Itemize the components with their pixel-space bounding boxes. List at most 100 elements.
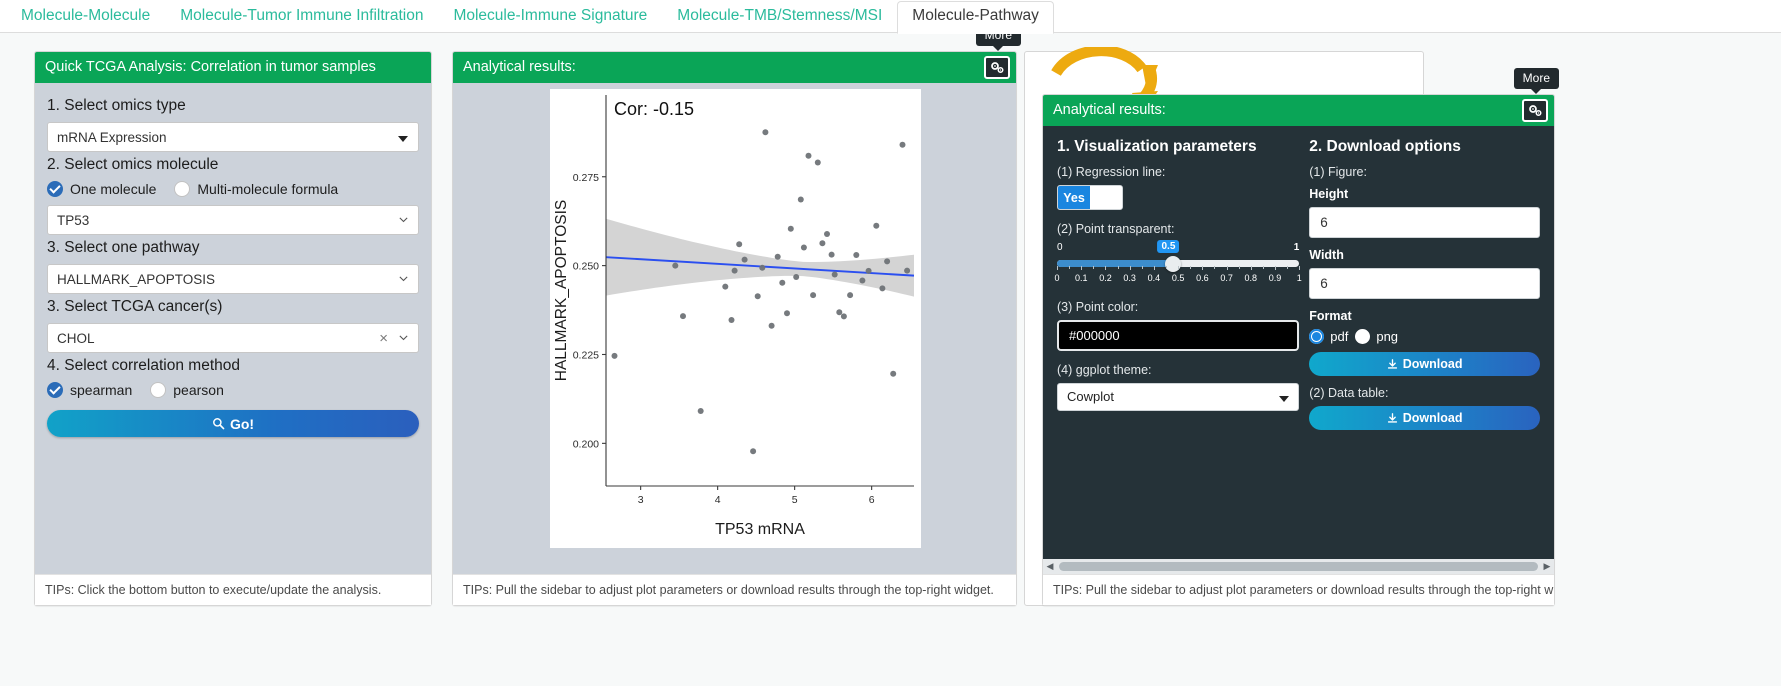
slider-tick-mark-minor bbox=[1287, 266, 1289, 269]
go-button[interactable]: Go! bbox=[47, 410, 419, 437]
pathway-select[interactable]: HALLMARK_APOPTOSIS bbox=[47, 264, 419, 294]
radio-one-molecule[interactable]: One molecule bbox=[47, 181, 156, 197]
right-panel-body: 1. Visualization parameters (1) Regressi… bbox=[1043, 126, 1554, 574]
quick-analysis-body: 1. Select omics type mRNA Expression 2. … bbox=[35, 83, 431, 574]
slider-tick-mark-minor bbox=[1117, 266, 1119, 269]
radio-multi-molecule-formula[interactable]: Multi-molecule formula bbox=[174, 181, 338, 197]
svg-text:HALLMARK_APOPTOSIS: HALLMARK_APOPTOSIS bbox=[553, 200, 570, 381]
radio-spearman-label: spearman bbox=[70, 382, 133, 398]
figure-label: (1) Figure: bbox=[1309, 165, 1367, 179]
molecule-select[interactable]: TP53 bbox=[47, 205, 419, 235]
quick-analysis-title: Quick TCGA Analysis: Correlation in tumo… bbox=[45, 59, 376, 75]
right-panel-tip: TIPs: Pull the sidebar to adjust plot pa… bbox=[1043, 574, 1554, 605]
radio-multi-molecule-label: Multi-molecule formula bbox=[197, 181, 339, 197]
point-color-label: (3) Point color: bbox=[1057, 300, 1139, 314]
radio-format-pdf[interactable]: pdf bbox=[1309, 329, 1348, 344]
horizontal-scrollbar[interactable]: ◀ ▶ bbox=[1043, 559, 1554, 574]
slider-tick-mark bbox=[1226, 266, 1228, 270]
radio-format-png-label: png bbox=[1376, 329, 1399, 344]
download-figure-button[interactable]: Download bbox=[1309, 352, 1540, 376]
height-input[interactable]: 6 bbox=[1309, 207, 1540, 238]
analytical-results-panel: Analytical results: More 0.200 0.225 0.250… bbox=[452, 25, 1021, 606]
pathway-label: 3. Select one pathway bbox=[47, 239, 200, 256]
analytical-results-tip: TIPs: Pull the sidebar to adjust plot pa… bbox=[453, 574, 1016, 605]
slider-tick-mark bbox=[1057, 266, 1058, 270]
scrollbar-thumb[interactable] bbox=[1059, 562, 1538, 571]
tab-list: Molecule-Molecule Molecule-Tumor Immune … bbox=[0, 0, 1781, 34]
radio-empty-icon bbox=[1355, 329, 1371, 344]
right-widget-gear-button[interactable] bbox=[1522, 99, 1548, 122]
radio-format-png[interactable]: png bbox=[1355, 329, 1398, 344]
download-options-column: 2. Download options (1) Figure: Height 6… bbox=[1299, 138, 1540, 430]
molecule-mode-radio-group: One molecule Multi-molecule formula bbox=[47, 181, 419, 197]
cancer-label: 3. Select TCGA cancer(s) bbox=[47, 298, 223, 315]
format-label: Format bbox=[1309, 309, 1352, 323]
radio-spearman[interactable]: spearman bbox=[47, 382, 132, 398]
download-icon bbox=[1387, 412, 1397, 423]
slider-tick-mark bbox=[1202, 266, 1204, 270]
tab-molecule-tmb-stemness-msi[interactable]: Molecule-TMB/Stemness/MSI bbox=[662, 1, 897, 33]
cancer-value: CHOL bbox=[57, 331, 95, 346]
molecule-value: TP53 bbox=[57, 213, 90, 228]
pathway-value: HALLMARK_APOPTOSIS bbox=[57, 272, 216, 287]
width-input[interactable]: 6 bbox=[1309, 268, 1540, 299]
page-body: Quick TCGA Analysis: Correlation in tumo… bbox=[0, 25, 1781, 686]
slider-tick-mark-minor bbox=[1141, 266, 1143, 269]
slider-range-labels: 0 0.5 1 bbox=[1057, 240, 1299, 256]
ggplot-theme-value: Cowplot bbox=[1067, 389, 1114, 404]
correlation-method-label: 4. Select correlation method bbox=[47, 357, 240, 374]
regression-line-toggle-track bbox=[1090, 186, 1122, 209]
quick-analysis-header: Quick TCGA Analysis: Correlation in tumo… bbox=[35, 52, 431, 83]
slider-tick: 0.6 bbox=[1196, 273, 1209, 283]
slider-tick: 0.2 bbox=[1099, 273, 1112, 283]
quick-analysis-panel: Quick TCGA Analysis: Correlation in tumo… bbox=[34, 51, 432, 606]
slider-tick-mark bbox=[1299, 266, 1301, 270]
tab-molecule-immune-signature[interactable]: Molecule-Immune Signature bbox=[438, 1, 662, 33]
svg-text:5: 5 bbox=[792, 494, 798, 506]
svg-text:Cor: -0.15: Cor: -0.15 bbox=[614, 99, 694, 119]
visualization-parameters-column: 1. Visualization parameters (1) Regressi… bbox=[1054, 138, 1302, 430]
scroll-right-icon[interactable]: ▶ bbox=[1540, 561, 1554, 572]
radio-pearson[interactable]: pearson bbox=[150, 382, 224, 398]
download-data-button[interactable]: Download bbox=[1309, 406, 1540, 430]
omics-type-select[interactable]: mRNA Expression bbox=[47, 122, 419, 152]
tab-bar: Molecule-Molecule Molecule-Tumor Immune … bbox=[0, 0, 1781, 34]
radio-selected-icon bbox=[1309, 329, 1325, 344]
regression-line-toggle-value: Yes bbox=[1058, 186, 1090, 209]
slider-tick-labels: 0 0.1 0.2 0.3 0.4 0.5 0.6 0.7 0.8 0.9 1 bbox=[1054, 266, 1302, 285]
radio-check-icon bbox=[47, 181, 63, 197]
data-table-label: (2) Data table: bbox=[1309, 386, 1389, 400]
point-color-input[interactable]: #000000 bbox=[1057, 320, 1300, 351]
visualization-options-panel: Analytical results: More 1. Visualizatio… bbox=[1042, 68, 1559, 606]
slider-tick-mark bbox=[1081, 266, 1083, 270]
slider-tick-mark bbox=[1105, 266, 1107, 270]
slider-tick-mark-minor bbox=[1238, 266, 1240, 269]
gears-icon bbox=[990, 61, 1004, 73]
regression-line-label: (1) Regression line: bbox=[1057, 165, 1166, 179]
tab-molecule-tumor-immune-infiltration[interactable]: Molecule-Tumor Immune Infiltration bbox=[165, 1, 438, 33]
point-transparent-slider[interactable]: 0 0.5 1 0 0.1 0.2 0.3 0.4 0.5 0.6 0.7 0.8 0.9 1 bbox=[1054, 240, 1302, 294]
slider-tick: 0.9 bbox=[1268, 273, 1282, 283]
omics-type-label: 1. Select omics type bbox=[47, 97, 186, 114]
slider-tick-mark bbox=[1178, 266, 1180, 270]
cancer-select[interactable]: CHOL × bbox=[47, 323, 419, 353]
ggplot-theme-select[interactable]: Cowplot bbox=[1057, 383, 1300, 411]
tab-molecule-pathway[interactable]: Molecule-Pathway bbox=[897, 1, 1054, 34]
gears-icon bbox=[1528, 104, 1542, 116]
point-transparent-label: (2) Point transparent: bbox=[1057, 222, 1175, 236]
caret-down-icon bbox=[398, 136, 408, 142]
download-icon bbox=[1387, 358, 1397, 369]
svg-text:4: 4 bbox=[715, 494, 721, 506]
go-button-label: Go! bbox=[229, 415, 255, 432]
widget-gear-button[interactable] bbox=[984, 56, 1010, 79]
ggplot-theme-label: (4) ggplot theme: bbox=[1057, 363, 1152, 377]
correlation-scatter-plot: 0.200 0.225 0.250 0.275 3 4 5 6 TP53 mRNA HALLMAR… bbox=[550, 89, 921, 548]
tab-molecule-molecule[interactable]: Molecule-Molecule bbox=[6, 1, 165, 33]
slider-tick-mark-minor bbox=[1069, 266, 1071, 269]
regression-line-toggle[interactable]: Yes bbox=[1057, 185, 1123, 210]
scroll-left-icon[interactable]: ◀ bbox=[1043, 561, 1057, 572]
correlation-radio-group: spearman pearson bbox=[47, 382, 419, 398]
clear-icon[interactable]: × bbox=[379, 330, 388, 347]
app-root: Molecule-Molecule Molecule-Tumor Immune … bbox=[0, 0, 1781, 686]
options-columns: 1. Visualization parameters (1) Regressi… bbox=[1043, 126, 1554, 430]
